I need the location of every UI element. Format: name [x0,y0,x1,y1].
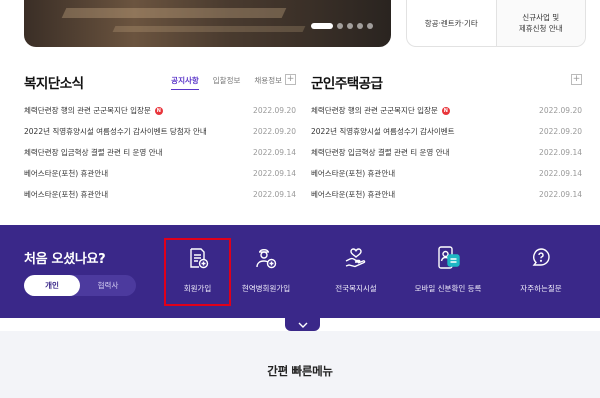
news-item[interactable]: 베어스타운(포천) 휴관안내 2022.09.14 [311,163,582,184]
welfare-news-list: 체력단련장 행의 관련 군군복지단 입장문 N 2022.09.20 2022년 직영… [24,100,296,205]
welfare-news-header: 복지단소식 공지사항 입찰정보 채용정보 + [24,70,296,92]
banner-indicators [311,23,373,29]
banner-indicator[interactable] [337,23,343,29]
welfare-news-section: 복지단소식 공지사항 입찰정보 채용정보 + 체력단련장 행의 관련 군군복지단… [24,70,296,205]
housing-more-button[interactable]: + [571,74,582,85]
news-date: 2022.09.14 [539,190,582,199]
menu-welfare-facilities[interactable]: 전국복지시설 [327,245,385,294]
news-date: 2022.09.14 [253,148,296,157]
banner-indicator[interactable] [367,23,373,29]
banner-image-detail [61,8,287,18]
news-date: 2022.09.20 [539,127,582,136]
user-plus-icon [253,245,279,271]
news-date: 2022.09.14 [539,169,582,178]
news-date: 2022.09.14 [253,169,296,178]
mobile-id-icon [435,245,461,271]
welfare-more-button[interactable]: + [285,74,296,85]
news-date: 2022.09.20 [539,106,582,115]
new-badge: N [441,106,450,115]
menu-mobile-id[interactable]: 모바일 신분확인 등록 [412,245,484,294]
quick-menu-title: 간편 빠른메뉴 [267,364,333,378]
quick-links-box: 항공·렌트카·기타 신규사업 및 제휴신청 안내 [406,0,586,47]
news-item[interactable]: 2022년 직영휴양시설 여름성수기 감사이벤트 당첨자 안내 2022.09.2… [24,121,296,142]
tab-bid[interactable]: 입찰정보 [213,75,241,86]
news-title[interactable]: 체력단련장 행의 관련 군군복지단 입장문 [311,105,438,116]
menu-label: 자주하는질문 [520,284,562,293]
toggle-personal[interactable]: 개인 [24,275,80,296]
signup-highlight-box [164,238,231,306]
menu-label: 전국복지시설 [335,284,377,293]
banner-image-detail [112,26,306,32]
quick-link-air-rental[interactable]: 항공·렌트카·기타 [407,0,496,46]
page: 항공·렌트카·기타 신규사업 및 제휴신청 안내 복지단소식 공지사항 입찰정보… [0,0,600,398]
news-item[interactable]: 베어스타운(포천) 휴관안내 2022.09.14 [24,184,296,205]
news-item[interactable]: 베어스타운(포천) 휴관안내 2022.09.14 [24,163,296,184]
menu-label: 모바일 신분확인 등록 [414,284,482,293]
news-date: 2022.09.14 [253,190,296,199]
news-item[interactable]: 베어스타운(포천) 휴관안내 2022.09.14 [311,184,582,205]
news-title[interactable]: 체력단련장 행의 관련 군군복지단 입장문 [24,105,151,116]
news-date: 2022.09.20 [253,106,296,115]
menu-active-duty-signup[interactable]: 현역병회원가입 [231,245,301,294]
news-title[interactable]: 2022년 직영휴양시설 여름성수기 감사이벤트 당첨자 안내 [24,126,207,137]
news-date: 2022.09.14 [539,148,582,157]
news-item[interactable]: 2022년 직영휴양시설 여름성수기 감사이벤트 2022.09.20 [311,121,582,142]
news-item[interactable]: 체력단련장 행의 관련 군군복지단 입장문 N 2022.09.20 [24,100,296,121]
quick-link-label: 항공·렌트카·기타 [424,18,478,28]
quick-link-partnership[interactable]: 신규사업 및 제휴신청 안내 [495,0,585,46]
housing-news-list: 체력단련장 행의 관련 군군복지단 입장문 N 2022.09.20 2022년 직영… [311,100,582,205]
news-title[interactable]: 베어스타운(포천) 휴관안내 [24,189,108,200]
member-type-toggle: 개인 협력사 [24,275,136,296]
banner-indicator[interactable] [357,23,363,29]
news-title[interactable]: 베어스타운(포천) 휴관안내 [311,189,395,200]
news-item[interactable]: 체력단련장 행의 관련 군군복지단 입장문 N 2022.09.20 [311,100,582,121]
news-item[interactable]: 체력단련장 입금혁상 결렬 관련 티 운영 안내 2022.09.14 [24,142,296,163]
promo-banner[interactable] [24,0,391,47]
chevron-down-icon [298,313,308,332]
news-title[interactable]: 체력단련장 입금혁상 결렬 관련 티 운영 안내 [311,147,450,158]
banner-indicator[interactable] [347,23,353,29]
news-title[interactable]: 베어스타운(포천) 휴관안내 [311,168,395,179]
news-date: 2022.09.20 [253,127,296,136]
tab-recruit[interactable]: 채용정보 [254,75,282,86]
banner-indicator-active[interactable] [311,23,333,29]
first-visit-title: 처음 오셨나요? [24,252,106,267]
welfare-news-tabs: 공지사항 입찰정보 채용정보 [171,75,282,90]
news-title[interactable]: 체력단련장 입금혁상 결렬 관련 티 운영 안내 [24,147,163,158]
housing-news-title: 군인주택공급 [311,76,383,92]
quick-link-label: 신규사업 및 제휴신청 안내 [518,13,563,33]
menu-label: 현역병회원가입 [241,284,291,293]
tab-notice[interactable]: 공지사항 [171,75,199,90]
news-title[interactable]: 베어스타운(포천) 휴관안내 [24,168,108,179]
hand-heart-icon [343,245,369,271]
news-title[interactable]: 2022년 직영휴양시설 여름성수기 감사이벤트 [311,126,455,137]
new-badge: N [154,106,163,115]
news-item[interactable]: 체력단련장 입금혁상 결렬 관련 티 운영 안내 2022.09.14 [311,142,582,163]
expand-toggle-button[interactable] [285,314,320,331]
housing-news-header: 군인주택공급 + [311,70,582,92]
toggle-partner[interactable]: 협력사 [80,275,136,296]
question-chat-icon [528,245,554,271]
housing-news-section: 군인주택공급 + 체력단련장 행의 관련 군군복지단 입장문 N 2022.09.2… [311,70,582,205]
welfare-news-title: 복지단소식 [24,76,84,92]
menu-faq[interactable]: 자주하는질문 [513,245,569,294]
